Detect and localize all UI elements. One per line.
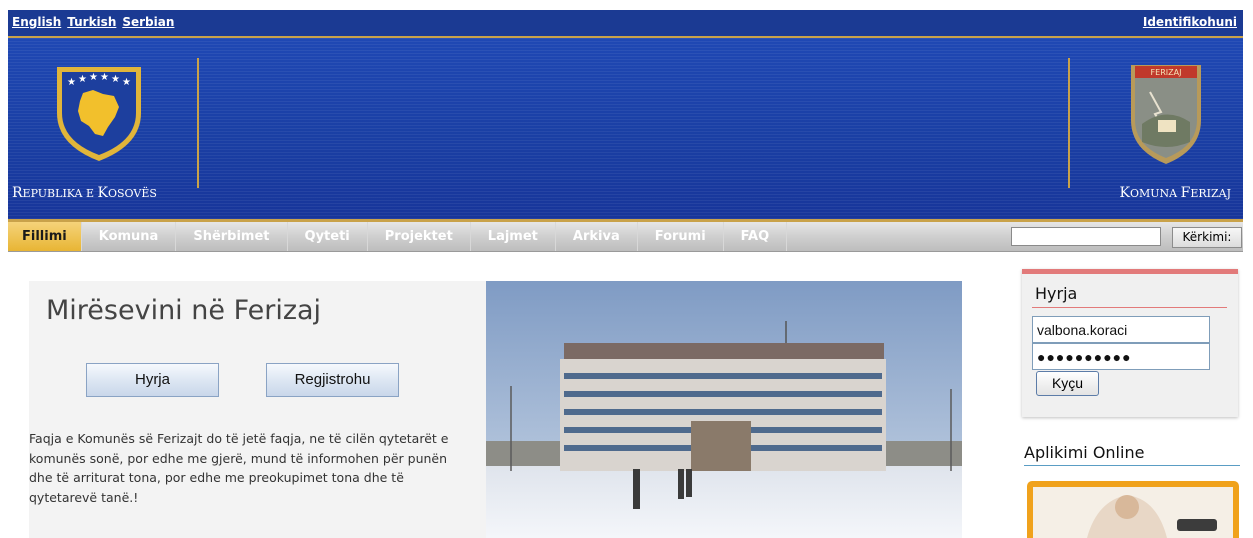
top-bar: English Turkish Serbian Identifikohuni (8, 10, 1243, 38)
nav-item-forumi[interactable]: Forumi (638, 222, 724, 251)
language-links: English Turkish Serbian (12, 15, 180, 29)
username-field[interactable] (1032, 316, 1210, 343)
online-application-title: Aplikimi Online (1024, 443, 1145, 462)
divider (1032, 307, 1227, 308)
login-submit-button[interactable]: Kyçu (1036, 371, 1099, 396)
online-application-image[interactable] (1027, 481, 1239, 538)
svg-text:★: ★ (111, 74, 120, 85)
republic-of-kosovo-title: REPUBLIKA E KOSOVËS (12, 185, 157, 201)
language-link-english[interactable]: English (12, 15, 61, 29)
kosovo-coat-of-arms-icon: ★ ★ ★ ★ ★ ★ (53, 63, 145, 167)
svg-text:★: ★ (122, 77, 131, 88)
svg-text:★: ★ (78, 74, 87, 85)
nav-item-lajmet[interactable]: Lajmet (471, 222, 556, 251)
welcome-panel: Mirësevini në Ferizaj Hyrja Regjistrohu … (29, 281, 486, 538)
header-banner: ★ ★ ★ ★ ★ ★ REPUBLIKA E KOSOVËS FERIZAJ KOMU… (8, 38, 1243, 222)
register-button[interactable]: Regjistrohu (266, 363, 399, 397)
main-navigation: Fillimi Komuna Shërbimet Qyteti Projekte… (8, 222, 1243, 252)
password-field[interactable] (1032, 343, 1210, 370)
nav-item-fillimi[interactable]: Fillimi (8, 222, 82, 251)
identify-link[interactable]: Identifikohuni (1143, 15, 1237, 29)
login-box: Hyrja Kyçu (1022, 269, 1238, 417)
divider (197, 58, 199, 188)
welcome-text: Faqja e Komunës së Ferizajt do të jetë f… (29, 431, 449, 505)
language-link-turkish[interactable]: Turkish (67, 15, 116, 29)
divider (1024, 465, 1240, 466)
login-button[interactable]: Hyrja (86, 363, 219, 397)
nav-item-qyteti[interactable]: Qyteti (288, 222, 368, 251)
language-link-serbian[interactable]: Serbian (122, 15, 174, 29)
nav-item-arkiva[interactable]: Arkiva (556, 222, 638, 251)
search-input[interactable] (1011, 227, 1161, 246)
nav-item-sherbimet[interactable]: Shërbimet (176, 222, 288, 251)
svg-text:★: ★ (100, 72, 109, 83)
nav-item-projektet[interactable]: Projektet (368, 222, 471, 251)
nav-item-komuna[interactable]: Komuna (82, 222, 177, 251)
nav-item-faq[interactable]: FAQ (724, 222, 788, 251)
divider (1068, 58, 1070, 188)
search-button[interactable]: Kërkimi: (1172, 227, 1242, 248)
login-box-title: Hyrja (1035, 284, 1078, 303)
svg-text:FERIZAJ: FERIZAJ (1151, 68, 1182, 77)
svg-text:★: ★ (89, 72, 98, 83)
welcome-title: Mirësevini në Ferizaj (46, 295, 322, 326)
ferizaj-municipality-title: KOMUNA FERIZAJ (1119, 185, 1231, 201)
ferizaj-coat-of-arms-icon: FERIZAJ (1128, 62, 1204, 170)
municipality-building-photo (486, 281, 962, 538)
svg-text:★: ★ (67, 77, 76, 88)
